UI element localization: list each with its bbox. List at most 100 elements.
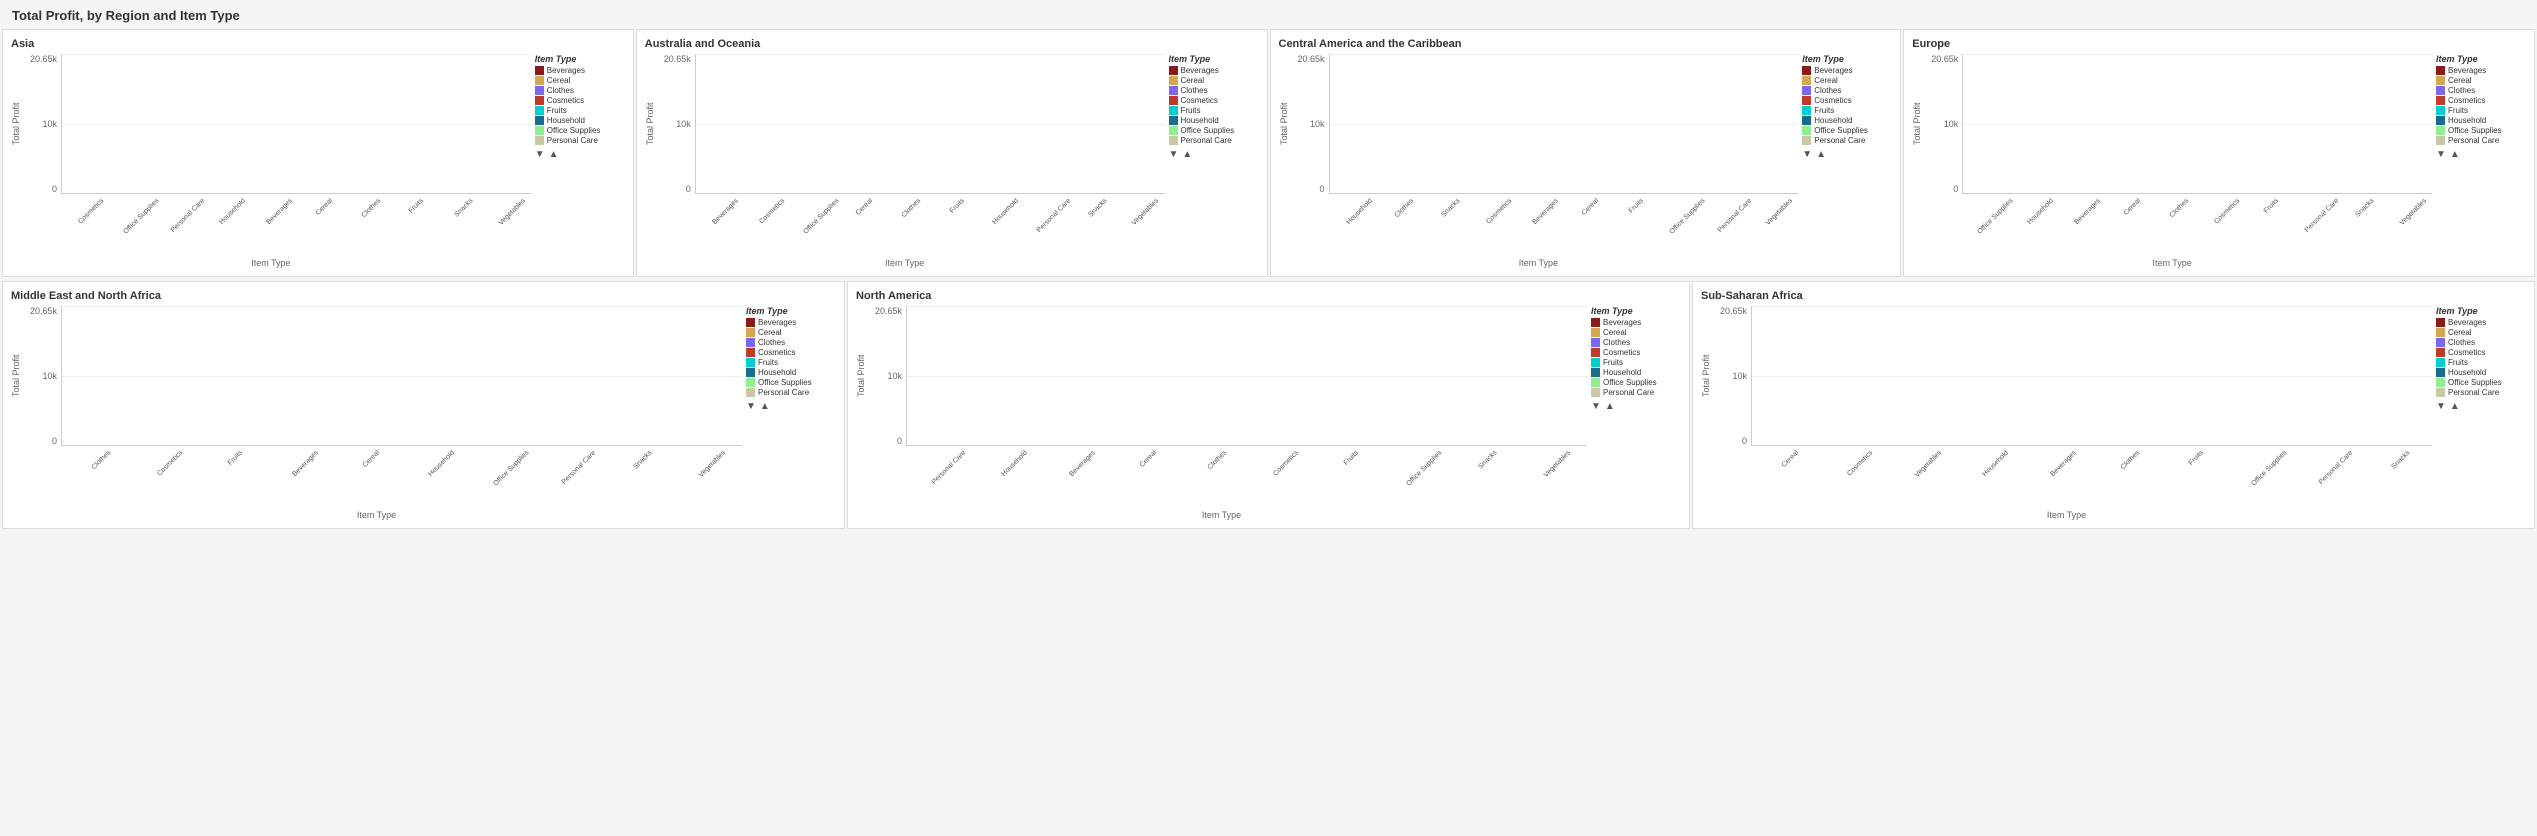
legend-item: Beverages	[1802, 66, 1892, 75]
legend-label: Beverages	[1603, 318, 1641, 327]
legend-label: Personal Care	[2448, 136, 2499, 145]
legend-item: Cosmetics	[1802, 96, 1892, 105]
legend-label: Household	[1814, 116, 1852, 125]
bar-label: Vegetables	[1913, 449, 1959, 495]
legend-item: Fruits	[1591, 358, 1681, 367]
legend-item: Cosmetics	[2436, 348, 2526, 357]
sort-desc-button[interactable]: ▼	[2436, 149, 2446, 160]
y-axis: 20.65k10k0	[657, 54, 695, 194]
sort-asc-button[interactable]: ▲	[2450, 149, 2460, 160]
chart-with-legend: Total Profit20.65k10k0CerealCosmeticsVeg…	[1701, 306, 2526, 520]
bar-label: Snacks	[633, 449, 670, 486]
legend-item: Household	[1591, 368, 1681, 377]
legend-title: Item Type	[1591, 306, 1681, 316]
legend-label: Cereal	[1603, 328, 1627, 337]
legend-label: Personal Care	[547, 136, 598, 145]
legend-label: Cosmetics	[547, 96, 584, 105]
chart-panel-australia-and-oceania: Australia and Oceania Total Profit20.65k1…	[636, 29, 1268, 277]
bar-label: Clothes	[1206, 449, 1244, 487]
sort-asc-button[interactable]: ▲	[1182, 149, 1192, 160]
legend-color-box	[1802, 136, 1811, 145]
legend-color-box	[2436, 328, 2445, 337]
legend-label: Cosmetics	[1603, 348, 1640, 357]
plot-area	[61, 54, 531, 194]
legend-label: Household	[547, 116, 585, 125]
legend-label: Personal Care	[2448, 388, 2499, 397]
legend-label: Clothes	[2448, 338, 2475, 347]
legend-item: Household	[1802, 116, 1892, 125]
x-axis-title: Item Type	[1912, 258, 2432, 268]
y-axis: 20.65k10k0	[1291, 54, 1329, 194]
legend-label: Fruits	[2448, 106, 2468, 115]
y-axis-title: Total Profit	[1912, 54, 1922, 194]
sort-desc-button[interactable]: ▼	[2436, 401, 2446, 412]
y-axis-title: Total Profit	[1279, 54, 1289, 194]
sort-desc-button[interactable]: ▼	[1591, 401, 1601, 412]
legend-color-box	[1802, 66, 1811, 75]
legend-color-box	[535, 116, 544, 125]
sort-asc-button[interactable]: ▲	[1605, 401, 1615, 412]
top-charts-grid: AsiaTotal Profit20.65k10k0CosmeticsOffic…	[0, 27, 2537, 281]
sort-controls: ▼▲	[1591, 401, 1681, 412]
legend-color-box	[1591, 328, 1600, 337]
x-labels-row: CosmeticsOffice SuppliesPersonal CareHou…	[11, 194, 531, 226]
bar-label: Beverages	[1069, 449, 1114, 494]
legend-item: Beverages	[746, 318, 836, 327]
chart-title: Australia and Oceania	[645, 38, 1259, 50]
bar-label: Clothes	[2119, 449, 2157, 487]
legend-label: Household	[2448, 116, 2486, 125]
sort-desc-button[interactable]: ▼	[1169, 149, 1179, 160]
legend-color-box	[2436, 338, 2445, 347]
legend-item: Office Supplies	[1802, 126, 1892, 135]
sort-asc-button[interactable]: ▲	[760, 401, 770, 412]
bars-row	[62, 306, 742, 445]
sort-controls: ▼▲	[1802, 149, 1892, 160]
chart-legend: Item TypeBeveragesCerealClothesCosmetics…	[1591, 306, 1681, 520]
legend-item: Cosmetics	[746, 348, 836, 357]
legend-color-box	[1169, 86, 1178, 95]
legend-color-box	[2436, 76, 2445, 85]
chart-legend: Item TypeBeveragesCerealClothesCosmetics…	[2436, 306, 2526, 520]
legend-item: Cosmetics	[2436, 96, 2526, 105]
x-axis-title: Item Type	[1701, 510, 2432, 520]
x-labels-row: BeveragesCosmeticsOffice SuppliesCerealC…	[645, 194, 1165, 226]
legend-label: Clothes	[1814, 86, 1841, 95]
y-axis: 20.65k10k0	[23, 306, 61, 446]
y-axis-title: Total Profit	[1701, 306, 1711, 446]
sort-desc-button[interactable]: ▼	[1802, 149, 1812, 160]
chart-with-legend: Total Profit20.65k10k0BeveragesCosmetics…	[645, 54, 1259, 268]
legend-item: Beverages	[2436, 66, 2526, 75]
x-axis-title: Item Type	[11, 510, 742, 520]
sort-desc-button[interactable]: ▼	[746, 401, 756, 412]
legend-item: Beverages	[1591, 318, 1681, 327]
legend-color-box	[1591, 358, 1600, 367]
bars-row	[1330, 54, 1799, 193]
x-axis-title: Item Type	[856, 510, 1587, 520]
bar-label: Cosmetics	[1846, 449, 1890, 493]
legend-color-box	[1591, 318, 1600, 327]
legend-color-box	[2436, 66, 2445, 75]
sort-desc-button[interactable]: ▼	[535, 149, 545, 160]
y-axis: 20.65k10k0	[1924, 54, 1962, 194]
legend-label: Fruits	[1181, 106, 1201, 115]
legend-label: Cereal	[1181, 76, 1205, 85]
legend-label: Household	[1181, 116, 1219, 125]
sort-asc-button[interactable]: ▲	[549, 149, 559, 160]
sort-asc-button[interactable]: ▲	[2450, 401, 2460, 412]
bar-label: Beverages	[2049, 449, 2094, 494]
legend-item: Personal Care	[1169, 136, 1259, 145]
plot-area	[1329, 54, 1799, 194]
legend-item: Personal Care	[2436, 136, 2526, 145]
legend-item: Fruits	[535, 106, 625, 115]
legend-label: Beverages	[1814, 66, 1852, 75]
sort-asc-button[interactable]: ▲	[1816, 149, 1826, 160]
legend-item: Cereal	[1802, 76, 1892, 85]
legend-color-box	[1169, 76, 1178, 85]
legend-label: Personal Care	[1181, 136, 1232, 145]
legend-color-box	[1169, 96, 1178, 105]
legend-label: Cosmetics	[2448, 96, 2485, 105]
legend-label: Household	[2448, 368, 2486, 377]
legend-color-box	[535, 86, 544, 95]
bottom-charts-grid: Middle East and North AfricaTotal Profit…	[0, 281, 2537, 531]
legend-label: Household	[758, 368, 796, 377]
